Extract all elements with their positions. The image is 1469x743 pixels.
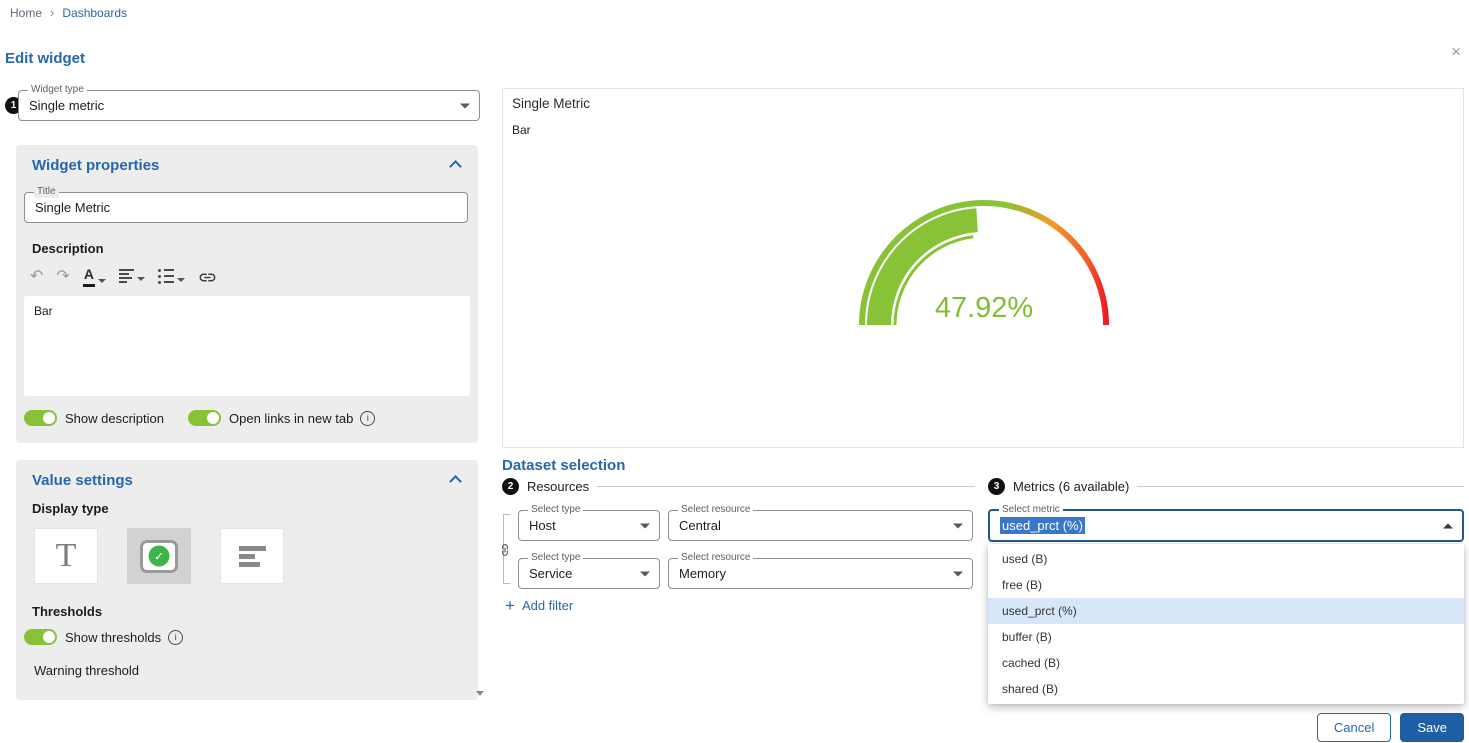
resources-section-header: 2 Resources [502,477,975,495]
text-color-button[interactable]: A [83,267,106,286]
link-icon [198,268,217,287]
metric-option[interactable]: buffer (B) [988,624,1464,650]
divider [597,486,975,487]
display-type-bar-tile[interactable] [220,528,284,584]
widget-preview-panel: Single Metric Bar 47.92% [502,88,1464,448]
title-input-value: Single Metric [25,193,467,221]
selected-check-icon: ✓ [149,546,170,567]
text-color-icon: A [83,267,95,286]
description-toolbar: ↶ ↷ A [30,266,478,288]
chevron-down-icon [953,571,963,576]
bar-display-icon [239,546,266,567]
show-description-label: Show description [65,411,164,426]
chevron-right-icon: › [50,5,54,20]
chevron-up-icon [1443,523,1453,528]
open-links-label: Open links in new tab [229,411,353,426]
align-button[interactable] [119,269,145,285]
resource-type-select-1[interactable]: Select type Host [518,510,660,541]
select-resource-label: Select resource [678,504,753,516]
breadcrumb: Home › Dashboards [10,5,127,20]
display-type-gauge-tile[interactable]: ✓ [127,528,191,584]
collapse-chevron-icon[interactable] [449,160,462,173]
add-filter-button[interactable]: + Add filter [505,597,573,614]
metric-option[interactable]: cached (B) [988,650,1464,676]
metric-options-dropdown: used (B) free (B) used_prct (%) buffer (… [988,544,1464,704]
metric-option-selected[interactable]: used_prct (%) [988,598,1464,624]
divider [1137,486,1464,487]
show-thresholds-toggle[interactable] [24,629,57,645]
insert-link-button[interactable] [198,268,217,287]
description-textarea[interactable]: Bar [24,296,470,396]
widget-type-select[interactable]: Widget type Single metric [18,90,480,121]
breadcrumb-dashboards-link[interactable]: Dashboards [62,6,127,20]
resource-type-select-2[interactable]: Select type Service [518,558,660,589]
edit-widget-page: Home › Dashboards Edit widget × 1 Widget… [0,0,1469,743]
close-icon[interactable]: × [1451,43,1461,60]
preview-description: Bar [512,123,531,137]
step-3-badge: 3 [988,478,1005,495]
value-settings-card: Value settings Display type T ✓ Threshol… [16,460,478,700]
text-display-icon: T [56,539,77,573]
link-rows-icon [497,542,513,558]
add-filter-label: Add filter [522,598,573,613]
display-type-text-tile[interactable]: T [34,528,98,584]
metric-option[interactable]: free (B) [988,572,1464,598]
select-metric-label: Select metric [999,504,1063,516]
metrics-label: Metrics (6 available) [1013,479,1129,494]
widget-properties-title: Widget properties [32,157,159,174]
undo-icon[interactable]: ↶ [30,269,43,285]
chevron-down-icon [137,277,145,281]
plus-icon: + [505,597,515,614]
select-type-label: Select type [528,552,583,564]
resource-select-2[interactable]: Select resource Memory [668,558,973,589]
metric-select[interactable]: Select metric used_prct (%) [988,509,1464,542]
metric-select-value: used_prct (%) [1000,517,1085,534]
chevron-down-icon [177,278,185,282]
widget-type-label: Widget type [28,84,87,96]
dialog-actions: Cancel Save [1317,713,1464,742]
widget-properties-card: Widget properties Title Single Metric De… [16,145,478,443]
preview-title: Single Metric [512,96,590,111]
chevron-down-icon [98,279,106,283]
step-2-badge: 2 [502,478,519,495]
title-input-label: Title [34,186,59,198]
info-icon[interactable]: i [168,630,183,645]
resources-label: Resources [527,479,589,494]
scrollbar-down-arrow-icon[interactable] [476,691,484,696]
display-type-label: Display type [32,501,478,516]
resource-select-1[interactable]: Select resource Central [668,510,973,541]
open-links-toggle[interactable] [188,410,221,426]
redo-icon[interactable]: ↷ [56,269,69,285]
cancel-button[interactable]: Cancel [1317,713,1391,742]
chevron-down-icon [640,523,650,528]
metrics-section-header: 3 Metrics (6 available) [988,477,1464,495]
list-icon [158,269,174,284]
select-type-label: Select type [528,504,583,516]
warning-threshold-label: Warning threshold [34,663,478,678]
collapse-chevron-icon[interactable] [449,475,462,488]
align-icon [119,269,134,283]
show-description-toggle[interactable] [24,410,57,426]
save-button[interactable]: Save [1400,713,1464,742]
info-icon[interactable]: i [360,411,375,426]
page-title: Edit widget [5,50,85,67]
metric-option[interactable]: shared (B) [988,676,1464,702]
chevron-down-icon [953,523,963,528]
list-button[interactable] [158,269,185,286]
value-settings-title: Value settings [32,472,133,489]
dataset-selection-title: Dataset selection [502,457,625,474]
thresholds-label: Thresholds [32,604,478,619]
metric-option[interactable]: used (B) [988,546,1464,572]
widget-type-value: Single metric [19,91,479,119]
show-thresholds-label: Show thresholds [65,630,161,645]
chevron-down-icon [640,571,650,576]
breadcrumb-home-link[interactable]: Home [10,6,42,20]
chevron-down-icon [460,103,470,108]
select-resource-label: Select resource [678,552,753,564]
title-input[interactable]: Title Single Metric [24,192,468,223]
description-label: Description [32,241,478,256]
gauge-value-text: 47.92% [935,292,1033,325]
